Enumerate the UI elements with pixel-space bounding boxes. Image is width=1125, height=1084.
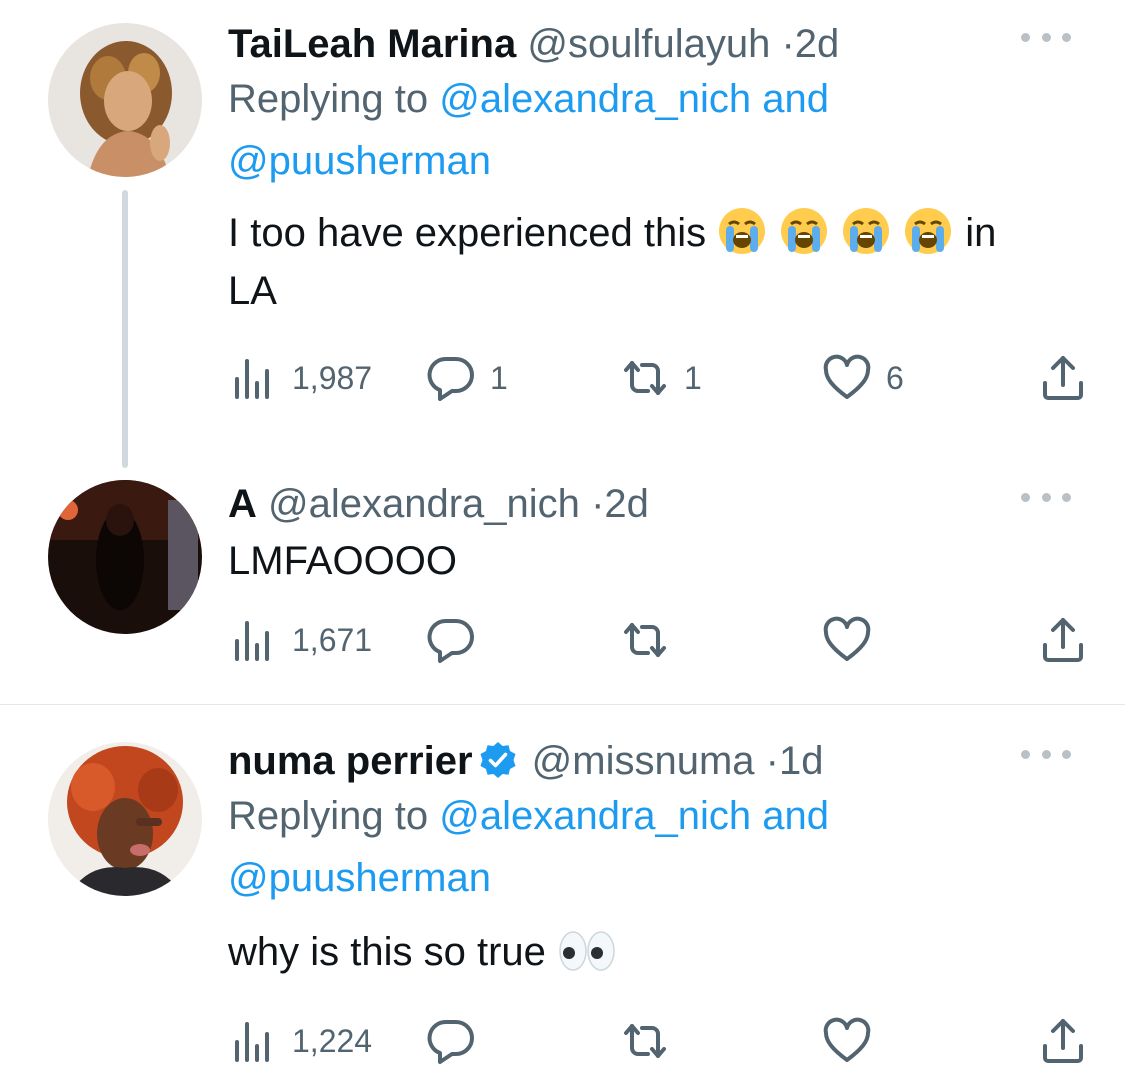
tweet-text-main: I too have experienced this — [228, 211, 718, 255]
tweet-header: A @alexandra_nich ·2d — [228, 480, 1085, 528]
avatar-photo-numa — [48, 742, 202, 896]
timestamp[interactable]: 2d — [795, 22, 840, 66]
tweet-text: why is this so true — [228, 923, 1085, 981]
heart-icon — [823, 1017, 871, 1062]
tweet-text: LMFAOOOO — [228, 539, 457, 583]
more-dot-icon — [1041, 749, 1051, 759]
more-dot-icon — [1041, 492, 1051, 502]
more-options-button[interactable] — [1021, 22, 1071, 52]
replying-to-label: Replying to — [228, 794, 440, 838]
share-button[interactable] — [1038, 610, 1088, 670]
tweet-text: I too have experienced this in LA — [228, 204, 1085, 320]
replying-and: and — [751, 77, 830, 121]
tweet-1[interactable]: TaiLeah Marina @soulfulayuh ·2d Replying… — [0, 0, 1125, 470]
replying-to: Replying to @alexandra_nich and @puusher… — [228, 785, 1085, 909]
views-chart-icon — [235, 1022, 269, 1062]
tweet-3[interactable]: numa perrier @missnuma ·1d Replying to @… — [0, 705, 1125, 1084]
reply-bubble-icon — [427, 618, 474, 663]
loudly-crying-face-icon — [843, 208, 890, 254]
user-handle[interactable]: @alexandra_nich — [268, 482, 580, 526]
share-upload-icon — [1043, 1019, 1083, 1063]
tweet-actions: 1,987 1 1 6 — [228, 348, 1088, 408]
heart-icon — [823, 616, 871, 661]
like-count: 6 — [886, 359, 904, 396]
user-handle[interactable]: @missnuma — [532, 739, 755, 783]
more-dot-icon — [1021, 749, 1030, 759]
replying-to-label: Replying to — [228, 77, 440, 121]
views-button[interactable]: 1,671 — [228, 610, 372, 670]
tweet-actions: 1,224 — [228, 1011, 1088, 1071]
share-button[interactable] — [1038, 348, 1088, 408]
mention-link[interactable]: @alexandra_nich — [439, 794, 751, 838]
reply-button[interactable] — [426, 1011, 476, 1071]
more-options-button[interactable] — [1021, 482, 1071, 512]
share-button[interactable] — [1038, 1011, 1088, 1071]
retweet-button[interactable] — [620, 1011, 670, 1071]
tweet-text-main: why is this so true — [228, 930, 558, 974]
loudly-crying-face-icon — [781, 208, 828, 254]
retweet-count: 1 — [684, 359, 702, 396]
tweet-text-line2: LA — [228, 269, 277, 313]
timestamp[interactable]: 1d — [779, 739, 824, 783]
tweet-header: numa perrier @missnuma ·1d — [228, 737, 1085, 785]
views-button[interactable]: 1,987 — [228, 348, 372, 408]
retweet-button[interactable] — [620, 610, 670, 670]
thread-line — [122, 190, 128, 468]
avatar-photo-taileah — [48, 23, 202, 177]
avatar[interactable] — [48, 23, 202, 177]
share-upload-icon — [1043, 618, 1083, 662]
mention-link[interactable]: @alexandra_nich — [439, 77, 751, 121]
more-dot-icon — [1062, 32, 1071, 42]
separator-dot: · — [781, 22, 795, 66]
eyes-icon — [559, 931, 615, 971]
like-button[interactable]: 6 — [822, 348, 904, 408]
display-name[interactable]: TaiLeah Marina — [228, 22, 516, 66]
avatar[interactable] — [48, 742, 202, 896]
reply-bubble-icon — [427, 356, 474, 401]
user-handle[interactable]: @soulfulayuh — [527, 22, 770, 66]
more-dot-icon — [1041, 32, 1051, 42]
mention-link[interactable]: @puusherman — [228, 139, 491, 183]
avatar[interactable] — [48, 480, 202, 634]
loudly-crying-face-icon — [905, 208, 952, 254]
display-name[interactable]: numa perrier — [228, 739, 473, 783]
replying-to: Replying to @alexandra_nich and @puusher… — [228, 68, 1085, 192]
share-upload-icon — [1043, 356, 1083, 400]
separator-dot: · — [591, 482, 605, 526]
more-dot-icon — [1062, 492, 1071, 502]
retweet-icon — [624, 361, 666, 395]
views-count: 1,224 — [292, 1022, 373, 1059]
avatar-photo-alexandra — [48, 480, 202, 634]
reply-button[interactable]: 1 — [426, 348, 508, 408]
more-dot-icon — [1021, 492, 1030, 502]
more-options-button[interactable] — [1021, 739, 1071, 769]
retweet-button[interactable]: 1 — [620, 348, 702, 408]
reply-count: 1 — [490, 359, 508, 396]
views-count: 1,987 — [292, 359, 373, 396]
tweet-header: TaiLeah Marina @soulfulayuh ·2d — [228, 20, 1085, 68]
reply-button[interactable] — [426, 610, 476, 670]
heart-icon — [823, 354, 871, 399]
mention-link[interactable]: @puusherman — [228, 856, 491, 900]
tweet-text-after-emoji: in — [965, 211, 997, 255]
verified-badge-icon — [480, 742, 516, 778]
replying-and: and — [751, 794, 830, 838]
more-dot-icon — [1021, 32, 1030, 42]
views-chart-icon — [235, 621, 269, 661]
views-chart-icon — [235, 359, 269, 399]
timestamp[interactable]: 2d — [604, 482, 649, 526]
display-name[interactable]: A — [228, 482, 257, 526]
loudly-crying-face-icon — [719, 208, 766, 254]
separator-dot: · — [765, 739, 779, 783]
reply-bubble-icon — [427, 1019, 474, 1064]
like-button[interactable] — [822, 1011, 872, 1071]
retweet-icon — [624, 1024, 666, 1058]
like-button[interactable] — [822, 610, 872, 670]
retweet-icon — [624, 623, 666, 657]
views-button[interactable]: 1,224 — [228, 1011, 372, 1071]
tweet-actions: 1,671 — [228, 610, 1088, 670]
views-count: 1,671 — [292, 621, 373, 658]
more-dot-icon — [1062, 749, 1071, 759]
tweet-2[interactable]: A @alexandra_nich ·2d LMFAOOOO 1,671 — [0, 470, 1125, 704]
